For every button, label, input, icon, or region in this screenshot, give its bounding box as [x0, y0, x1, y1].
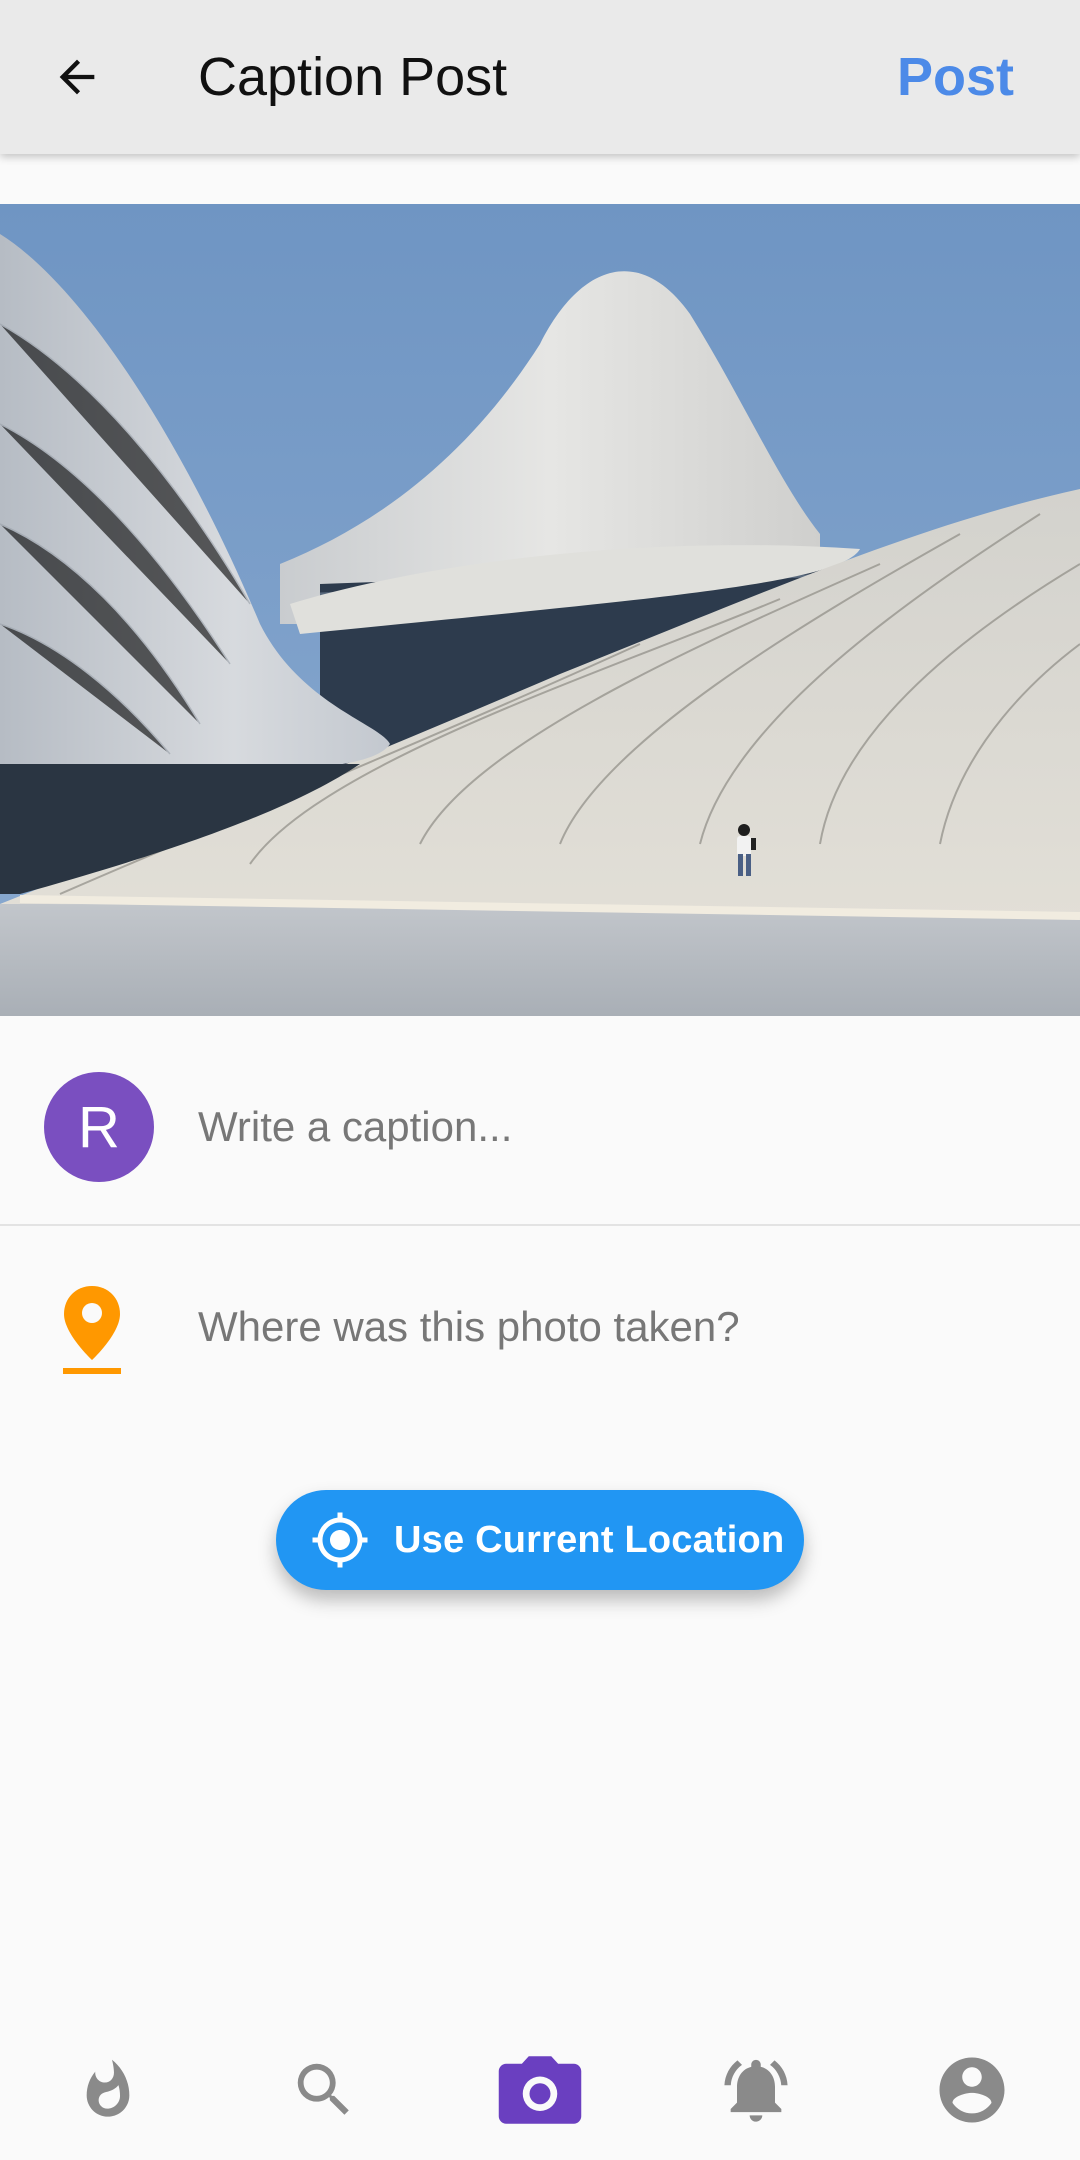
app-bar: Caption Post Post [0, 0, 1080, 154]
use-current-location-button[interactable]: Use Current Location [276, 1490, 804, 1590]
use-current-location-label: Use Current Location [394, 1518, 785, 1561]
arrow-back-icon [59, 59, 95, 95]
nav-item-trending[interactable] [58, 2040, 158, 2140]
caption-post-screen: Caption Post Post R Write a caption... W… [0, 0, 1080, 2160]
caption-row: R [0, 1016, 1080, 1226]
location-pin-icon [63, 1286, 121, 1374]
camera-icon [498, 2056, 582, 2124]
location-input[interactable] [198, 1296, 1038, 1358]
notifications-icon [724, 2059, 788, 2122]
nav-item-camera[interactable] [490, 2040, 590, 2140]
my-location-icon [312, 1512, 368, 1568]
post-button[interactable]: Post [897, 44, 1014, 110]
account-icon [939, 2057, 1005, 2123]
search-icon [297, 2063, 349, 2115]
flame-icon [86, 2059, 130, 2117]
caption-input[interactable] [198, 1096, 1038, 1158]
nav-item-search[interactable] [274, 2040, 374, 2140]
back-button[interactable] [40, 40, 114, 114]
nav-item-notifications[interactable] [706, 2040, 806, 2140]
avatar: R [44, 1072, 154, 1182]
nav-item-profile[interactable] [922, 2040, 1022, 2140]
bottom-navigation [0, 2020, 1080, 2160]
page-title: Caption Post [198, 47, 508, 107]
location-row [0, 1228, 1080, 1428]
post-photo [0, 204, 1080, 1016]
